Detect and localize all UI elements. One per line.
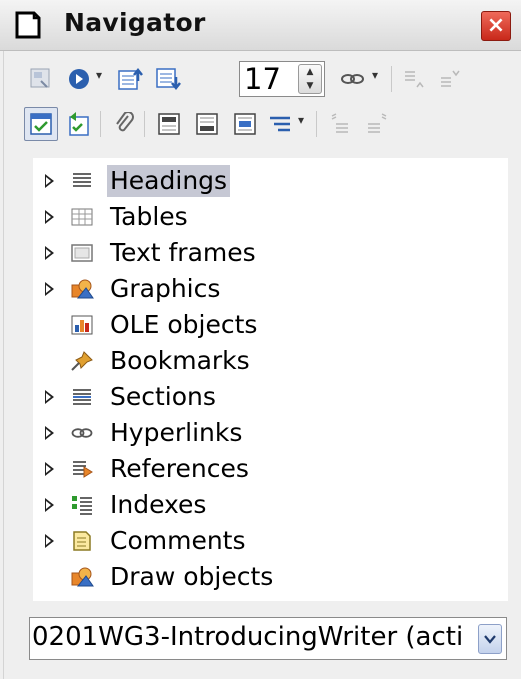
chevron-down-icon	[484, 635, 496, 644]
tree-item-ole-objects[interactable]: OLE objects	[33, 307, 503, 343]
tree-item-label: Headings	[107, 165, 231, 197]
demote-chapter-icon[interactable]	[362, 109, 392, 139]
insert-icon[interactable]	[110, 109, 140, 139]
heading-levels-dropdown-arrow[interactable]: ▾	[298, 113, 304, 127]
navigation-icon[interactable]	[64, 64, 94, 94]
expand-arrow-icon[interactable]	[45, 534, 54, 548]
tree-item-label: Graphics	[110, 274, 221, 303]
tables-icon	[71, 208, 93, 226]
expand-arrow-icon[interactable]	[45, 174, 54, 188]
drag-mode-icon[interactable]	[338, 64, 368, 94]
tree-item-bookmarks[interactable]: Bookmarks	[33, 343, 503, 379]
tree-item-text-frames[interactable]: Text frames	[33, 235, 503, 271]
page-number-stepper[interactable]: ▲ ▼	[239, 61, 325, 97]
tree-item-label: Comments	[110, 526, 246, 555]
tree-item-label: Hyperlinks	[110, 418, 243, 447]
toolbar-separator	[316, 111, 317, 137]
tree-item-indexes[interactable]: Indexes	[33, 487, 503, 523]
headings-icon	[73, 173, 91, 187]
document-select[interactable]: 0201WG3-IntroducingWriter (acti	[29, 617, 507, 660]
tree-item-label: OLE objects	[110, 310, 258, 339]
text-frames-icon	[71, 244, 93, 262]
title-bar[interactable]: Navigator ×	[0, 0, 521, 51]
content-view-icon[interactable]	[24, 107, 58, 141]
page-down-button[interactable]: ▼	[299, 79, 321, 93]
expand-arrow-icon[interactable]	[45, 390, 54, 404]
tree-item-label: Indexes	[110, 490, 207, 519]
navigation-dropdown-arrow[interactable]: ▾	[96, 68, 102, 82]
anchor-text-icon[interactable]	[230, 109, 260, 139]
expand-arrow-icon[interactable]	[45, 426, 54, 440]
window-title: Navigator	[64, 8, 206, 37]
tree-item-references[interactable]: References	[33, 451, 503, 487]
expand-arrow-icon[interactable]	[45, 210, 54, 224]
toolbar-separator	[391, 66, 392, 92]
footer-icon[interactable]	[192, 109, 222, 139]
document-select-dropdown-button[interactable]	[478, 624, 502, 654]
toolbar-separator	[144, 111, 145, 137]
tree-item-draw-objects[interactable]: Draw objects	[33, 559, 503, 595]
tree-item-hyperlinks[interactable]: Hyperlinks	[33, 415, 503, 451]
navigator-window-icon	[15, 11, 41, 39]
demote-level-icon[interactable]	[436, 64, 466, 94]
graphics-icon	[71, 279, 94, 299]
page-spin-buttons[interactable]: ▲ ▼	[298, 64, 322, 94]
tree-item-label: Text frames	[110, 238, 256, 267]
toolbar-separator	[100, 111, 101, 137]
tree-item-tables[interactable]: Tables	[33, 199, 503, 235]
tree-item-label: References	[110, 454, 249, 483]
heading-levels-icon[interactable]	[266, 109, 296, 139]
window-edge	[3, 51, 4, 679]
header-icon[interactable]	[154, 109, 184, 139]
tree-item-label: Tables	[110, 202, 188, 231]
tree-item-comments[interactable]: Comments	[33, 523, 503, 559]
close-button[interactable]: ×	[481, 11, 511, 41]
sections-icon	[73, 389, 91, 405]
previous-icon[interactable]	[116, 64, 146, 94]
references-icon	[73, 461, 93, 478]
navigator-tree[interactable]: Headings Tables Text frames Graphics OLE…	[33, 158, 508, 601]
draw-objects-icon	[71, 567, 94, 587]
drag-mode-dropdown-arrow[interactable]: ▾	[372, 68, 378, 82]
next-icon[interactable]	[154, 64, 184, 94]
toggle-icon[interactable]	[26, 64, 56, 94]
expand-arrow-icon[interactable]	[45, 282, 54, 296]
expand-arrow-icon[interactable]	[45, 246, 54, 260]
promote-chapter-icon[interactable]	[326, 109, 356, 139]
document-select-value: 0201WG3-IntroducingWriter (acti	[32, 622, 464, 652]
promote-level-icon[interactable]	[400, 64, 430, 94]
set-reminder-icon[interactable]	[64, 109, 94, 139]
page-number-input[interactable]	[240, 62, 296, 96]
navigation-toolbar: ▾ ▲ ▼ ▾	[26, 58, 506, 102]
expand-arrow-icon[interactable]	[45, 462, 54, 476]
tree-item-sections[interactable]: Sections	[33, 379, 503, 415]
bookmarks-icon	[71, 351, 93, 371]
tree-item-label: Draw objects	[110, 562, 274, 591]
expand-arrow-icon[interactable]	[45, 498, 54, 512]
hyperlinks-icon	[71, 428, 93, 438]
tree-item-headings[interactable]: Headings	[33, 163, 503, 199]
tree-item-label: Bookmarks	[110, 346, 250, 375]
ole-objects-icon	[71, 315, 93, 335]
indexes-icon	[72, 496, 92, 515]
page-up-button[interactable]: ▲	[299, 65, 321, 79]
tree-item-label: Sections	[110, 382, 216, 411]
comments-icon	[73, 531, 91, 551]
tree-item-graphics[interactable]: Graphics	[33, 271, 503, 307]
navigator-window: Navigator × ▾ ▲ ▼ ▾	[0, 0, 521, 679]
view-toolbar: ▾	[24, 103, 506, 147]
